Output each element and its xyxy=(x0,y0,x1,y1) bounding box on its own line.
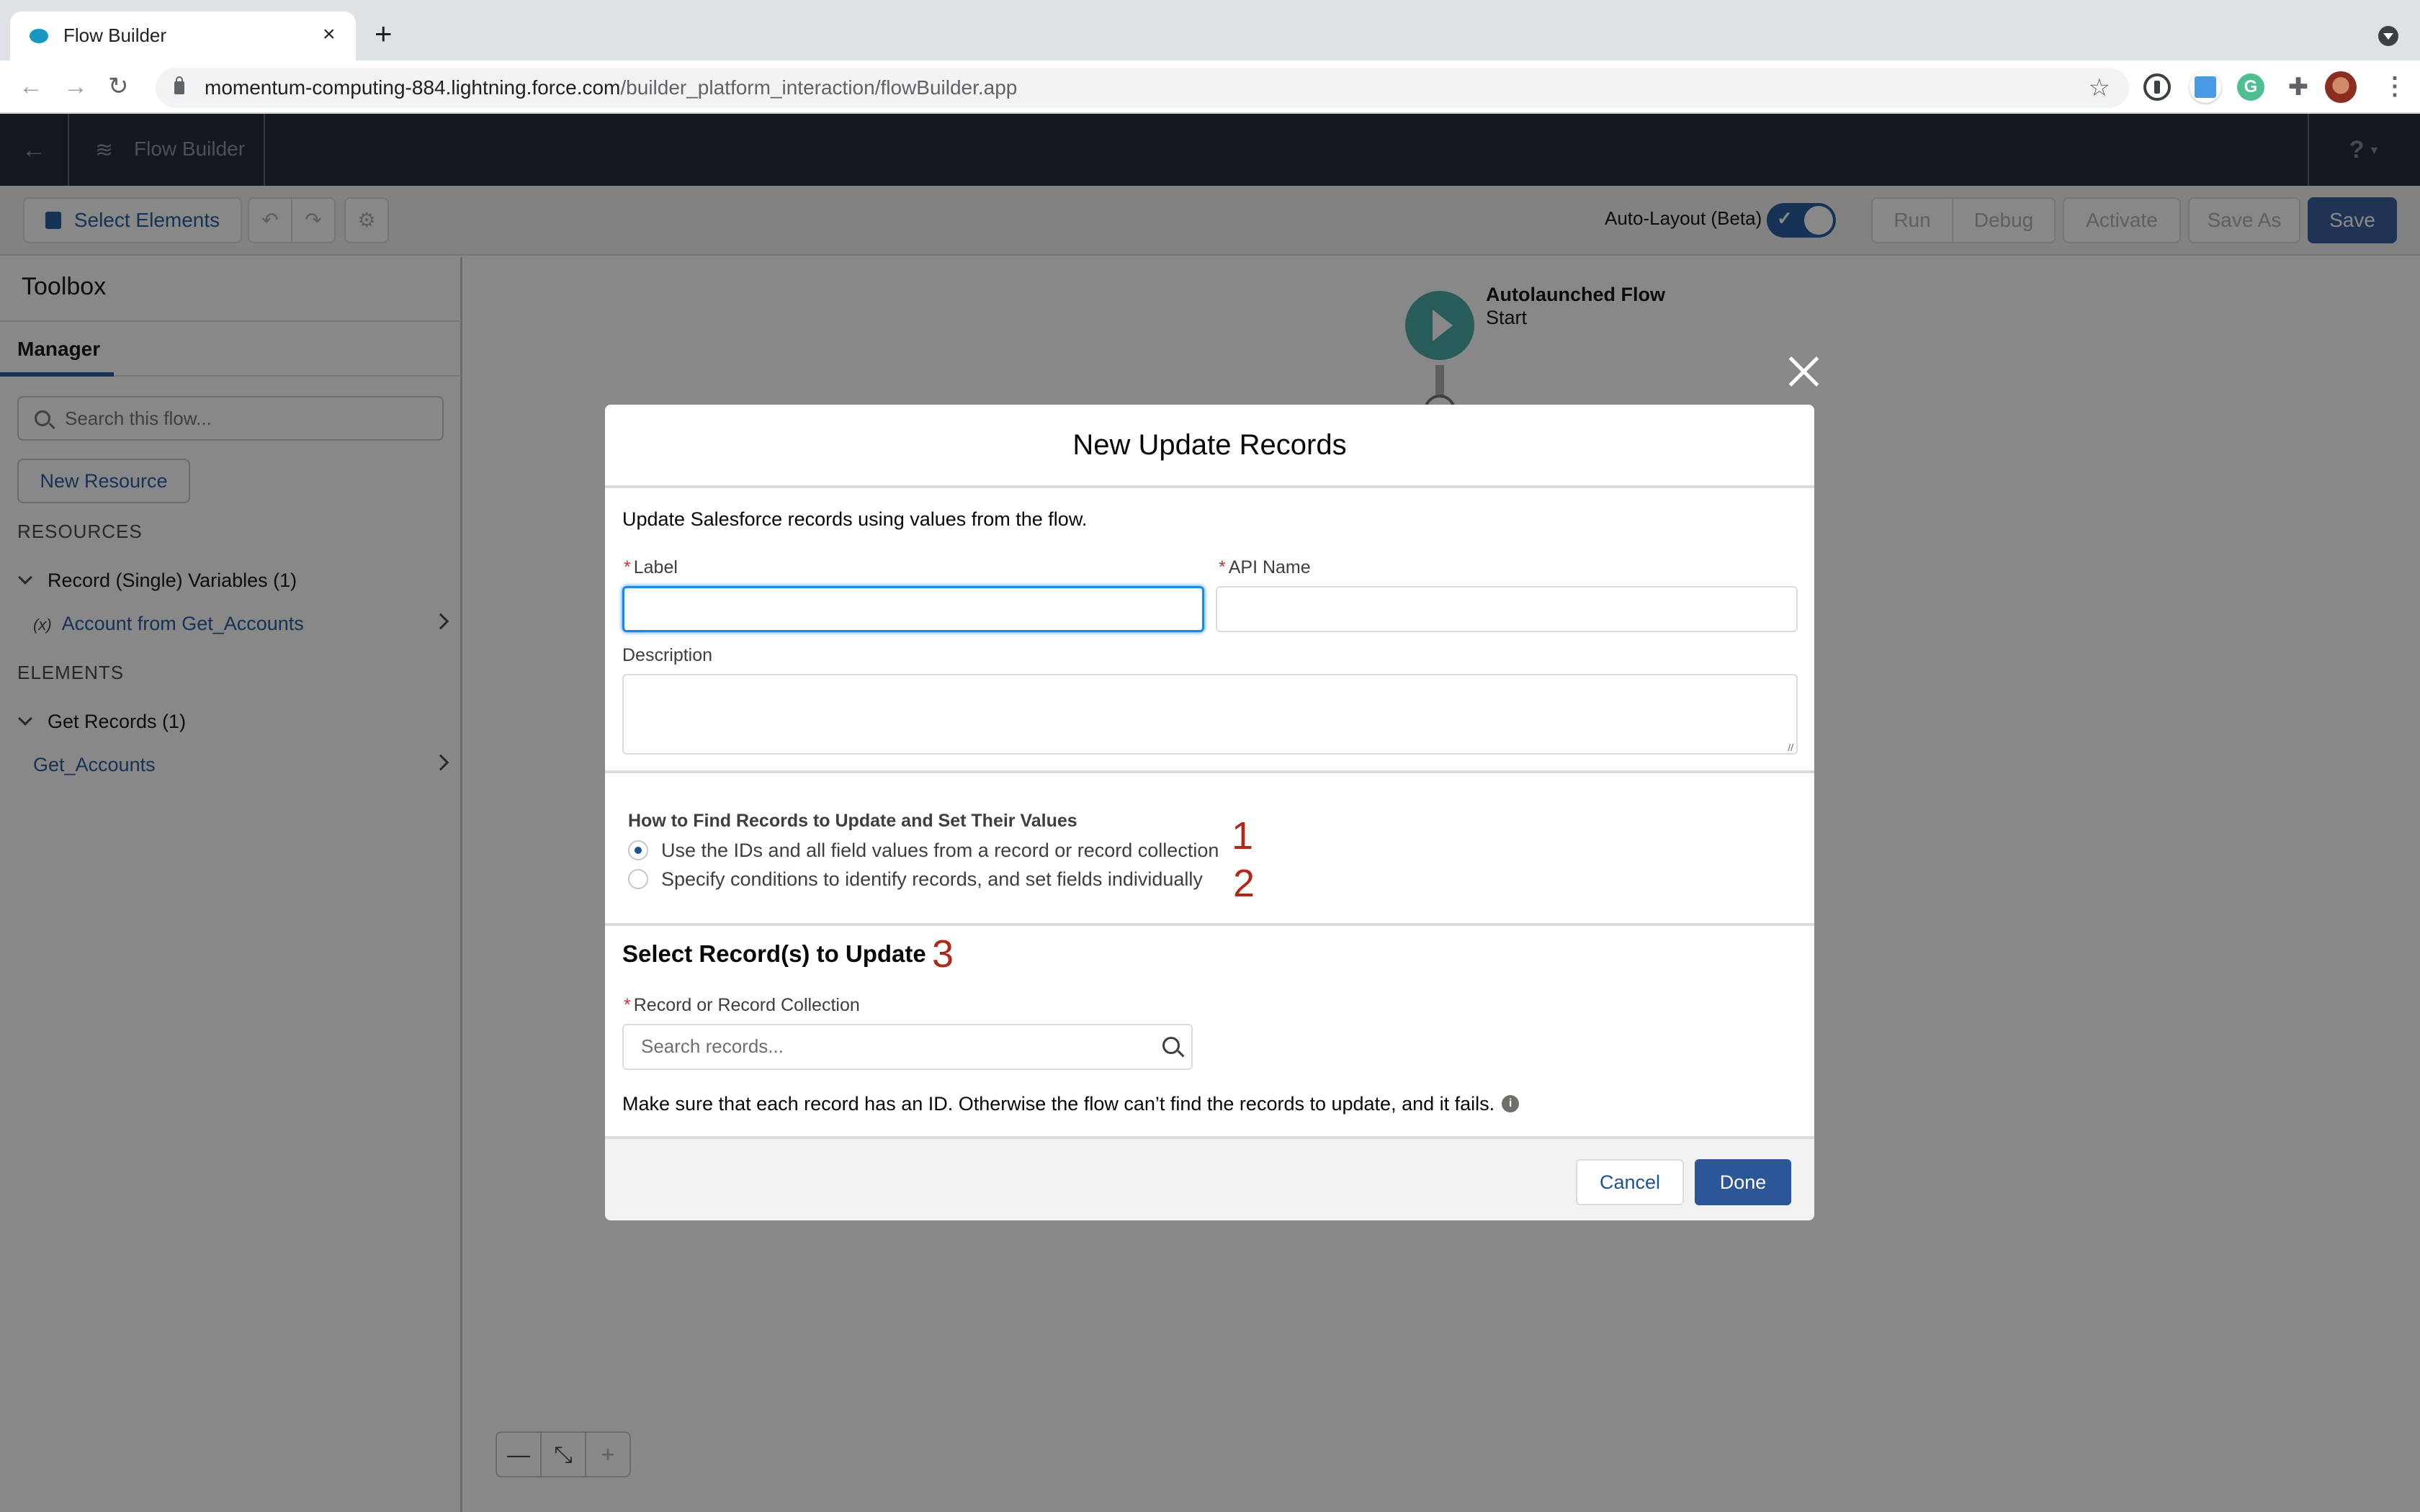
grammarly-extension-icon[interactable]: G xyxy=(2237,73,2264,101)
section-divider xyxy=(605,923,1814,926)
how-to-find-heading: How to Find Records to Update and Set Th… xyxy=(628,811,1077,831)
label-field-label: * Label xyxy=(624,557,678,578)
cancel-button[interactable]: Cancel xyxy=(1576,1159,1684,1205)
record-search-input[interactable]: Search records... xyxy=(622,1024,1193,1070)
annotation-number-1: 1 xyxy=(1232,814,1254,858)
api-name-field-label: * API Name xyxy=(1219,557,1311,578)
browser-tab-strip: Flow Builder × + xyxy=(0,0,2420,60)
tab-search-icon[interactable] xyxy=(2378,26,2398,46)
record-collection-label: * Record or Record Collection xyxy=(624,995,860,1016)
description-field-label: Description xyxy=(622,645,713,665)
annotation-number-3: 3 xyxy=(932,932,954,976)
required-marker: * xyxy=(1219,557,1226,577)
radio-button-selected[interactable] xyxy=(628,840,648,860)
warning-message: Make sure that each record has an ID. Ot… xyxy=(622,1093,1495,1115)
salesforce-cloud-icon xyxy=(30,29,48,43)
search-icon xyxy=(1162,1037,1180,1054)
tab-title: Flow Builder xyxy=(63,24,167,46)
id-warning-text: Make sure that each record has an ID. Ot… xyxy=(622,1093,1520,1115)
required-marker: * xyxy=(624,557,631,577)
annotation-number-2: 2 xyxy=(1233,862,1255,905)
tab-close-icon[interactable]: × xyxy=(323,22,336,48)
select-records-heading: Select Record(s) to Update xyxy=(622,940,926,967)
browser-menu-icon[interactable]: ⋮ xyxy=(2383,72,2407,101)
radio-label: Specify conditions to identify records, … xyxy=(661,868,1203,890)
browser-reload-icon[interactable]: ↻ xyxy=(108,72,129,101)
label-text: Label xyxy=(633,557,678,577)
modal-footer: Cancel Done xyxy=(605,1136,1814,1220)
api-name-text: API Name xyxy=(1228,557,1311,577)
radio-option-use-ids[interactable]: Use the IDs and all field values from a … xyxy=(628,840,1219,862)
url-path: /builder_platform_interaction/flowBuilde… xyxy=(620,76,1018,99)
url-host: momentum-computing-884.lightning.force.c… xyxy=(205,76,621,99)
radio-label: Use the IDs and all field values from a … xyxy=(661,840,1219,861)
browser-back-icon[interactable]: ← xyxy=(19,72,43,101)
new-update-records-modal: New Update Records Update Salesforce rec… xyxy=(605,405,1814,1220)
description-textarea[interactable] xyxy=(622,674,1798,755)
url-text[interactable]: momentum-computing-884.lightning.force.c… xyxy=(205,76,1017,99)
record-collection-text: Record or Record Collection xyxy=(633,995,860,1015)
browser-forward-icon[interactable]: → xyxy=(63,72,88,101)
profile-avatar[interactable] xyxy=(2325,71,2357,103)
modal-header: New Update Records xyxy=(605,405,1814,488)
required-marker: * xyxy=(624,995,631,1015)
section-divider xyxy=(605,770,1814,773)
bookmark-star-icon[interactable]: ☆ xyxy=(2089,73,2110,102)
radio-option-specify-conditions[interactable]: Specify conditions to identify records, … xyxy=(628,868,1203,891)
extensions-puzzle-icon[interactable]: ✚ xyxy=(2285,73,2312,101)
api-name-input[interactable] xyxy=(1216,586,1798,632)
browser-toolbar: ← → ↻ momentum-computing-884.lightning.f… xyxy=(0,60,2420,114)
browser-tab[interactable]: Flow Builder × xyxy=(10,12,356,60)
label-input[interactable] xyxy=(622,586,1204,632)
new-tab-button[interactable]: + xyxy=(375,19,393,49)
info-icon[interactable]: i xyxy=(1502,1094,1520,1112)
password-manager-extension-icon[interactable] xyxy=(2143,73,2171,101)
record-search-placeholder: Search records... xyxy=(641,1035,784,1057)
done-button[interactable]: Done xyxy=(1695,1159,1791,1205)
address-bar[interactable]: momentum-computing-884.lightning.force.c… xyxy=(156,68,2129,108)
radio-button[interactable] xyxy=(628,868,648,889)
people-search-extension-icon[interactable] xyxy=(2190,71,2221,103)
lock-icon[interactable] xyxy=(174,76,184,94)
modal-description: Update Salesforce records using values f… xyxy=(622,508,1088,530)
modal-close-icon[interactable] xyxy=(1787,355,1820,388)
modal-title: New Update Records xyxy=(1072,429,1347,461)
